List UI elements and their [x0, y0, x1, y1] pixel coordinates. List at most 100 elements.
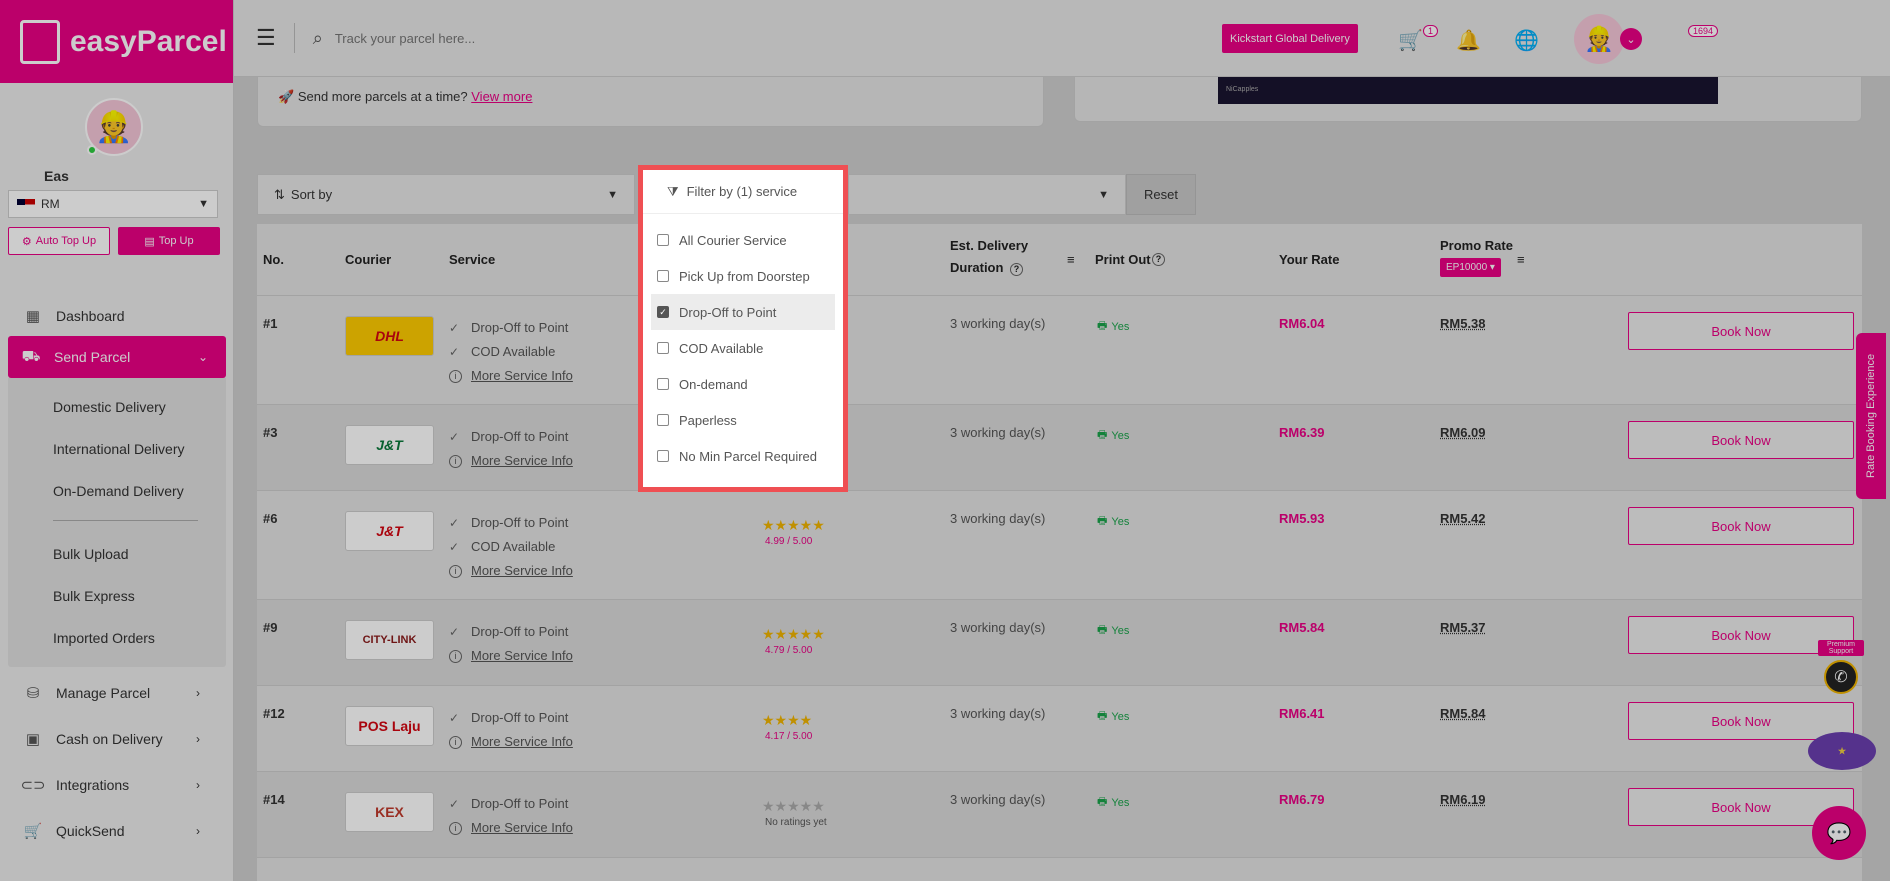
globe-icon[interactable]: 🌐	[1514, 28, 1539, 53]
service-list: ✓ Drop-Off to Point ✓ COD Available i More …	[449, 316, 573, 388]
more-service-info-link[interactable]: More Service Info	[471, 730, 573, 754]
checkbox-checked-icon[interactable]: ✓	[657, 306, 669, 318]
sidebar-subitem-bulk-express[interactable]: Bulk Express	[8, 575, 226, 617]
your-rate: RM6.04	[1279, 316, 1325, 331]
divider	[293, 23, 295, 53]
checkbox-unchecked-icon[interactable]	[657, 234, 669, 246]
sort-promo-icon[interactable]: ≡	[1517, 252, 1525, 267]
more-service-info-link[interactable]: More Service Info	[471, 559, 573, 583]
sort-icon: ⇅	[274, 186, 285, 202]
promo-code-select[interactable]: EP10000 ▾	[1440, 258, 1501, 277]
filter-option-label: COD Available	[679, 340, 764, 356]
more-service-info-link[interactable]: More Service Info	[471, 364, 573, 388]
checkbox-unchecked-icon[interactable]	[657, 378, 669, 390]
sidebar: easyParcel 👷 Eas RM ▼ ⚙ Auto Top Up ▤ To…	[0, 0, 234, 881]
rocket-icon: 🚀	[278, 89, 295, 104]
promo-rate[interactable]: RM5.84	[1440, 706, 1486, 721]
auto-top-up-button[interactable]: ⚙ Auto Top Up	[8, 227, 110, 255]
filter-option-on-demand[interactable]: On-demand	[651, 366, 835, 402]
sort-duration-icon[interactable]: ≡	[1067, 252, 1075, 267]
sidebar-subitem-international[interactable]: International Delivery	[8, 428, 226, 470]
sidebar-item-integrations[interactable]: ⊂⊃ Integrations ›	[0, 765, 234, 805]
track-parcel-input[interactable]	[334, 30, 635, 46]
book-now-button[interactable]: Book Now	[1628, 312, 1854, 350]
promo-rate[interactable]: RM6.19	[1440, 792, 1486, 807]
boxes-icon: ⛁	[26, 685, 40, 702]
service-list: ✓ Drop-Off to Point i More Service Info	[449, 425, 573, 473]
sidebar-item-dashboard[interactable]: ▦ Dashboard	[0, 296, 234, 336]
print-out-value: Yes	[1111, 515, 1130, 528]
checkbox-unchecked-icon[interactable]	[657, 342, 669, 354]
printer-icon: 🖶	[1097, 515, 1108, 527]
sidebar-item-label: Cash on Delivery	[56, 731, 163, 747]
reset-button[interactable]: Reset	[1126, 174, 1196, 215]
promo-rate[interactable]: RM5.42	[1440, 511, 1486, 526]
filter-option-no-min-parcel[interactable]: No Min Parcel Required	[651, 438, 835, 474]
checkbox-unchecked-icon[interactable]	[657, 270, 669, 282]
kickstart-global-delivery-button[interactable]: Kickstart Global Delivery	[1222, 24, 1358, 53]
filter-by-service-select[interactable]: ⧩ Filter by (1) service	[643, 170, 843, 214]
info-icon: i	[449, 454, 462, 468]
sidebar-subitem-bulk-upload[interactable]: Bulk Upload	[8, 533, 226, 575]
more-service-info-link[interactable]: More Service Info	[471, 816, 573, 840]
check-icon: ✓	[449, 711, 460, 725]
check-icon: ✓	[449, 516, 460, 530]
promo-rate[interactable]: RM6.09	[1440, 425, 1486, 440]
promo-code: EP10000	[1446, 262, 1488, 273]
cart-icon: 🛒	[23, 823, 43, 840]
sidebar-item-send-parcel[interactable]: ⛟ Send Parcel ⌄	[8, 336, 226, 378]
sidebar-item-cash-on-delivery[interactable]: ▣ Cash on Delivery ›	[0, 719, 234, 759]
filter-select-body[interactable]: ▼	[848, 174, 1126, 215]
service-list: ✓ Drop-Off to Point i More Service Info	[449, 706, 573, 754]
jt-express-logo: J&T	[345, 511, 434, 551]
table-row: #14 KEX ✓ Drop-Off to Point i More Service…	[257, 772, 1862, 858]
sidebar-subitem-domestic[interactable]: Domestic Delivery	[8, 386, 226, 428]
notification-icon[interactable]: 🔔	[1456, 28, 1481, 53]
more-service-info-link[interactable]: More Service Info	[471, 644, 573, 668]
profile-avatar[interactable]: 👷	[1574, 14, 1624, 64]
sidebar-item-quicksend[interactable]: 🛒 QuickSend ›	[0, 811, 234, 851]
promo-banner[interactable]: NiCapples	[1218, 77, 1718, 104]
chat-icon[interactable]: 💬	[1812, 806, 1866, 860]
rate-booking-experience-tab[interactable]: Rate Booking Experience	[1856, 333, 1886, 499]
bulk-send-card: 🚀 Send more parcels at a time? View more	[257, 77, 1044, 127]
filter-option-paperless[interactable]: Paperless	[651, 402, 835, 438]
link-icon: ⊂⊃	[20, 777, 46, 794]
cart-icon[interactable]: 🛒	[1398, 28, 1423, 53]
printer-icon: 🖶	[1097, 320, 1108, 332]
more-service-info-link[interactable]: More Service Info	[471, 449, 573, 473]
promo-rate[interactable]: RM5.38	[1440, 316, 1486, 331]
print-out-value: Yes	[1111, 624, 1130, 637]
filter-option-cod[interactable]: COD Available	[651, 330, 835, 366]
checkbox-unchecked-icon[interactable]	[657, 450, 669, 462]
view-more-link[interactable]: View more	[471, 89, 532, 104]
hamburger-menu-icon[interactable]: ☰	[256, 25, 276, 51]
filter-option-pick-up[interactable]: Pick Up from Doorstep	[651, 258, 835, 294]
sort-by-select[interactable]: ⇅ Sort by ▼	[257, 174, 635, 215]
mastery-badge-icon[interactable]: ★	[1808, 732, 1876, 770]
sidebar-item-manage-parcel[interactable]: ⛁ Manage Parcel ›	[0, 673, 234, 713]
book-now-button[interactable]: Book Now	[1628, 421, 1854, 459]
info-icon: i	[449, 369, 462, 383]
sidebar-subitem-on-demand[interactable]: On-Demand Delivery	[8, 470, 226, 512]
filter-option-all-courier[interactable]: All Courier Service	[651, 222, 835, 258]
chevron-down-icon[interactable]: ⌄	[1620, 28, 1642, 50]
sidebar-item-label: Manage Parcel	[56, 685, 151, 701]
printer-icon: 🖶	[1097, 429, 1108, 441]
sidebar-subitem-imported-orders[interactable]: Imported Orders	[8, 617, 226, 659]
cart-count-badge: 1	[1423, 25, 1439, 37]
top-up-button[interactable]: ▤ Top Up	[118, 227, 220, 255]
book-now-button[interactable]: Book Now	[1628, 702, 1854, 740]
promo-rate[interactable]: RM5.37	[1440, 620, 1486, 635]
printer-icon: 🖶	[1097, 796, 1108, 808]
chevron-right-icon: ›	[196, 686, 200, 700]
search-icon: ⌕	[312, 27, 323, 48]
premium-support-whatsapp[interactable]: Premium Support ✆	[1818, 640, 1864, 706]
row-number: #14	[263, 792, 285, 807]
filter-option-drop-off[interactable]: ✓ Drop-Off to Point	[651, 294, 835, 330]
currency-select[interactable]: RM ▼	[8, 190, 218, 218]
service-item: COD Available	[471, 344, 556, 359]
book-now-button[interactable]: Book Now	[1628, 507, 1854, 545]
checkbox-unchecked-icon[interactable]	[657, 414, 669, 426]
brand-logo[interactable]: easyParcel	[0, 0, 233, 83]
